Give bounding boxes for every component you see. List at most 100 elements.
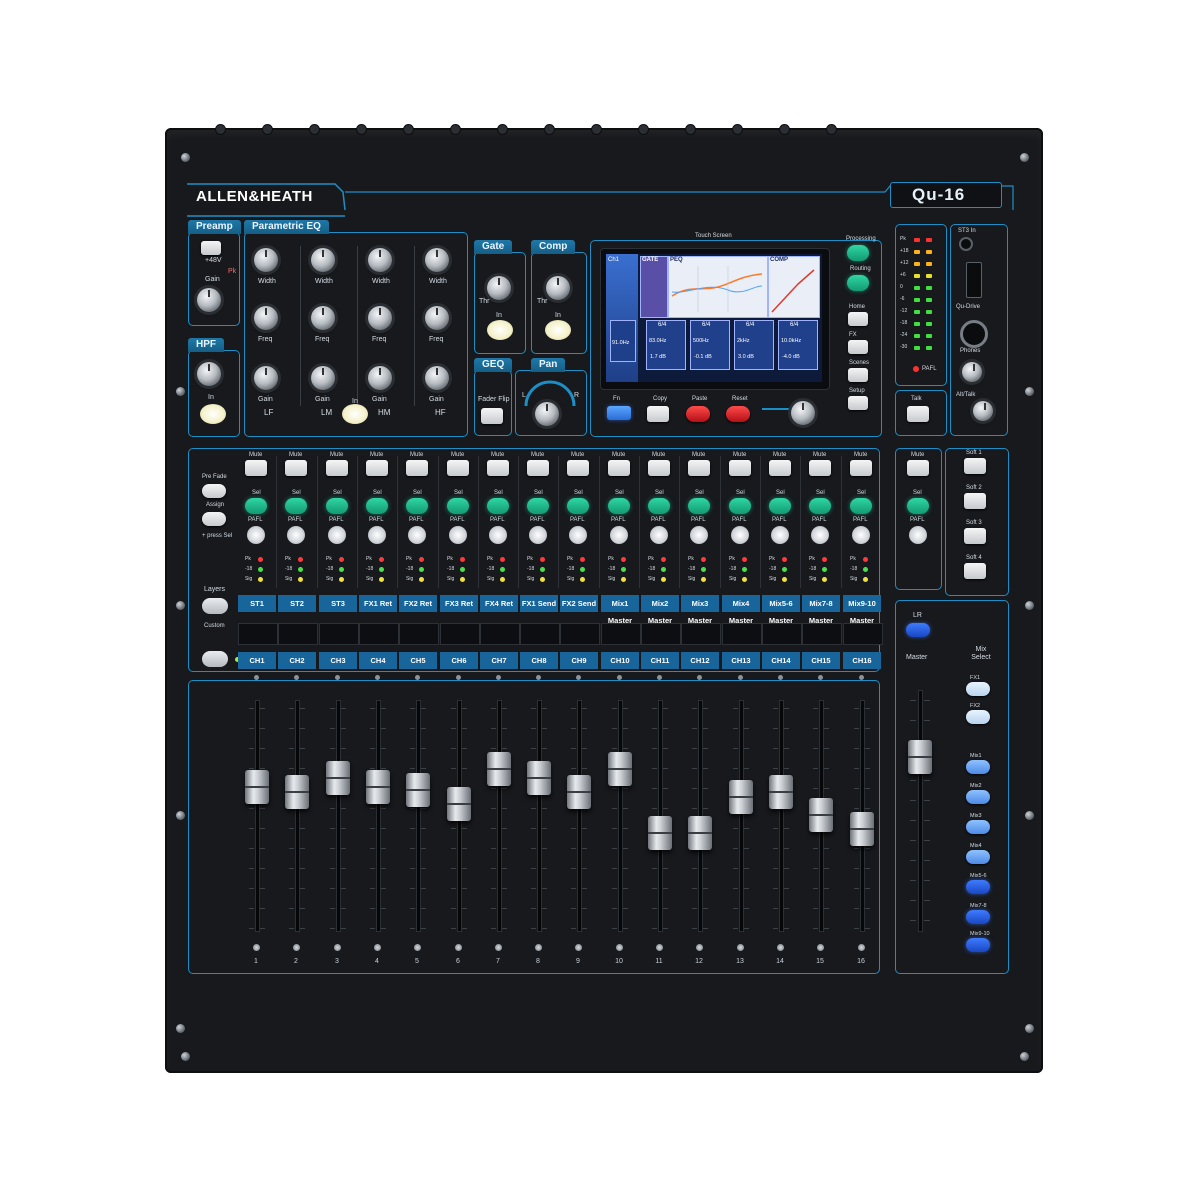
peq-knob[interactable] [254, 248, 278, 272]
lr-select-button[interactable] [906, 623, 930, 637]
fader-cap-6[interactable] [447, 787, 471, 821]
master-fader-cap[interactable] [908, 740, 932, 774]
pan-knob[interactable] [535, 402, 559, 426]
sel-button-1[interactable] [245, 498, 267, 514]
assign-button[interactable] [202, 512, 226, 526]
peq-knob[interactable] [368, 366, 392, 390]
sel-button-15[interactable] [809, 498, 831, 514]
mix-select-fx2-button[interactable] [966, 710, 990, 724]
fader-flip-button[interactable] [481, 408, 503, 424]
sel-button-10[interactable] [608, 498, 630, 514]
mute-button-11[interactable] [648, 460, 670, 476]
side-fx-button[interactable] [848, 340, 868, 354]
fader-cap-8[interactable] [527, 761, 551, 795]
master-pafl-button[interactable] [909, 526, 927, 544]
hpf-knob[interactable] [197, 362, 221, 386]
peq-knob[interactable] [254, 366, 278, 390]
pafl-button-15[interactable] [811, 526, 829, 544]
mix-select-mix1-button[interactable] [966, 760, 990, 774]
sel-button-9[interactable] [567, 498, 589, 514]
fader-cap-10[interactable] [608, 752, 632, 786]
mix-select-mix7-8-button[interactable] [966, 910, 990, 924]
sel-button-6[interactable] [447, 498, 469, 514]
pafl-button-7[interactable] [489, 526, 507, 544]
layer-bottom-button[interactable] [202, 651, 228, 667]
fader-cap-15[interactable] [809, 798, 833, 832]
comp-threshold-knob[interactable] [546, 276, 570, 300]
fader-cap-12[interactable] [688, 816, 712, 850]
fader-cap-4[interactable] [366, 770, 390, 804]
peq-knob[interactable] [425, 366, 449, 390]
fader-cap-7[interactable] [487, 752, 511, 786]
soft-key-3[interactable] [964, 528, 986, 544]
mute-button-1[interactable] [245, 460, 267, 476]
pafl-button-13[interactable] [731, 526, 749, 544]
mute-button-5[interactable] [406, 460, 428, 476]
peq-knob[interactable] [368, 248, 392, 272]
pafl-button-10[interactable] [610, 526, 628, 544]
sel-button-16[interactable] [850, 498, 872, 514]
pre-fade-button[interactable] [202, 484, 226, 498]
pafl-button-12[interactable] [690, 526, 708, 544]
side-scenes-button[interactable] [848, 368, 868, 382]
peq-in-button[interactable] [342, 404, 368, 424]
mute-button-13[interactable] [729, 460, 751, 476]
screen-tab-gate[interactable]: GATE [642, 257, 658, 263]
sel-button-14[interactable] [769, 498, 791, 514]
talk-level-knob[interactable] [973, 401, 993, 421]
mute-button-4[interactable] [366, 460, 388, 476]
st3-in-jack[interactable] [959, 237, 973, 251]
phones-level-knob[interactable] [962, 362, 982, 382]
side-setup-button[interactable] [848, 396, 868, 410]
screen-gate-graph[interactable] [640, 256, 668, 318]
fader-cap-16[interactable] [850, 812, 874, 846]
comp-in-button[interactable] [545, 320, 571, 340]
pafl-button-14[interactable] [771, 526, 789, 544]
screen-tab-ch1[interactable]: Ch1 [608, 257, 619, 263]
mute-button-2[interactable] [285, 460, 307, 476]
mix-select-mix4-button[interactable] [966, 850, 990, 864]
sel-button-3[interactable] [326, 498, 348, 514]
peq-knob[interactable] [425, 306, 449, 330]
peq-knob[interactable] [254, 306, 278, 330]
master-sel-button[interactable] [907, 498, 929, 514]
fader-cap-14[interactable] [769, 775, 793, 809]
sel-button-11[interactable] [648, 498, 670, 514]
fader-cap-2[interactable] [285, 775, 309, 809]
mute-button-16[interactable] [850, 460, 872, 476]
mix-select-mix9-10-button[interactable] [966, 938, 990, 952]
pafl-button-5[interactable] [408, 526, 426, 544]
mix-select-fx1-button[interactable] [966, 682, 990, 696]
peq-knob[interactable] [311, 366, 335, 390]
screen-rotary-encoder[interactable] [791, 401, 815, 425]
sel-button-8[interactable] [527, 498, 549, 514]
peq-knob[interactable] [311, 248, 335, 272]
pafl-button-3[interactable] [328, 526, 346, 544]
pafl-button-1[interactable] [247, 526, 265, 544]
soft-key-1[interactable] [964, 458, 986, 474]
pafl-button-16[interactable] [852, 526, 870, 544]
sel-button-13[interactable] [729, 498, 751, 514]
fader-cap-5[interactable] [406, 773, 430, 807]
gate-in-button[interactable] [487, 320, 513, 340]
mix-select-mix5-6-button[interactable] [966, 880, 990, 894]
phantom-power-button[interactable] [201, 241, 221, 255]
peq-knob[interactable] [311, 306, 335, 330]
touchscreen-display[interactable]: Ch1 GATE PEQ COMP 91.0Hz 6/4 83.0Hz 1.7 dB 6… [606, 254, 822, 382]
fader-cap-11[interactable] [648, 816, 672, 850]
pafl-button-4[interactable] [368, 526, 386, 544]
side-home-button[interactable] [848, 312, 868, 326]
mute-button-7[interactable] [487, 460, 509, 476]
mute-button-14[interactable] [769, 460, 791, 476]
screen-copy-button[interactable] [647, 406, 669, 422]
peq-knob[interactable] [425, 248, 449, 272]
fader-cap-3[interactable] [326, 761, 350, 795]
layer-top-button[interactable] [202, 598, 228, 614]
pafl-button-9[interactable] [569, 526, 587, 544]
screen-fn-button[interactable] [607, 406, 631, 420]
screen-paste-button[interactable] [686, 406, 710, 422]
screen-freq-value[interactable]: 91.0Hz [612, 340, 629, 346]
master-mute-button[interactable] [907, 460, 929, 476]
gain-knob[interactable] [197, 288, 221, 312]
usb-port[interactable] [966, 262, 982, 298]
